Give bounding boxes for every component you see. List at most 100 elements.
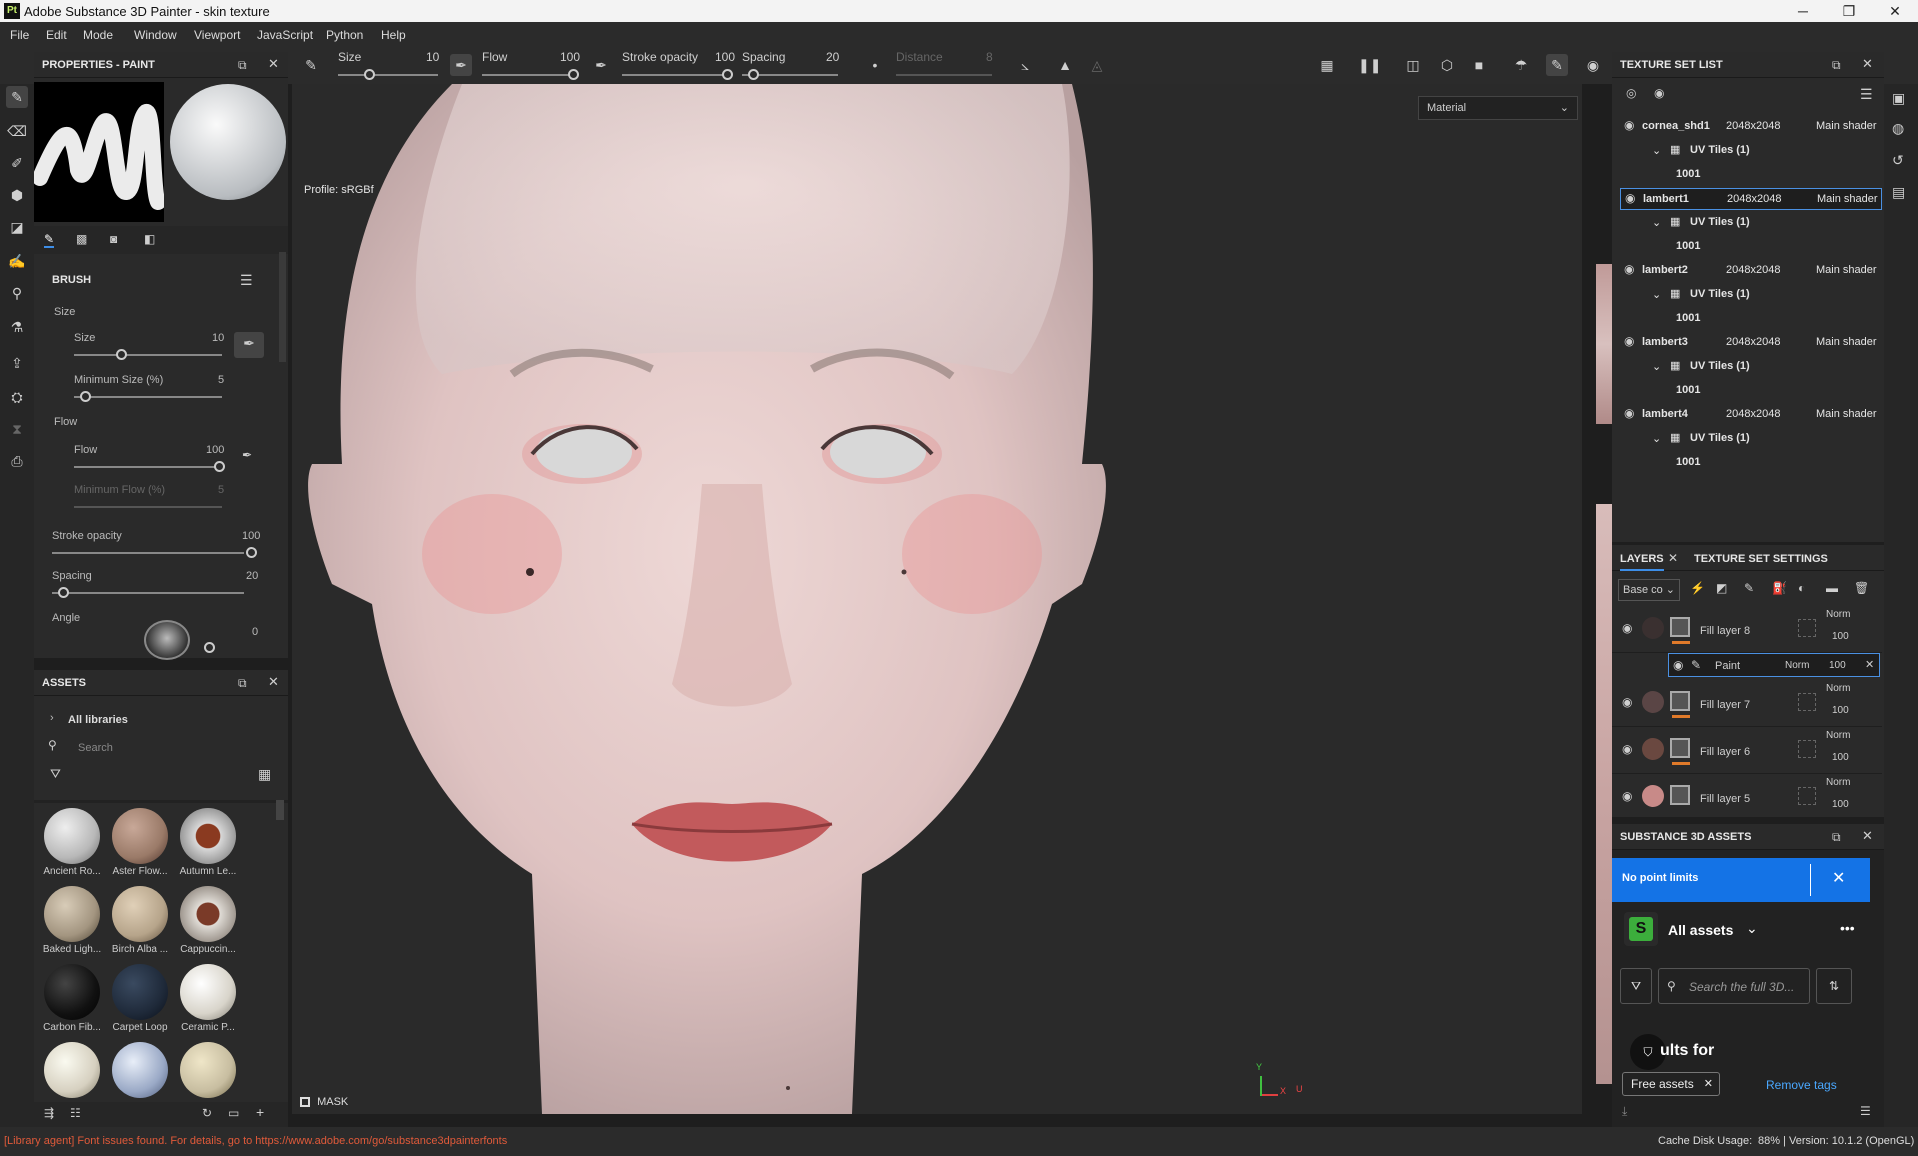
list-icon[interactable]: ☷ [70,1106,81,1120]
flow-value[interactable]: 100 [206,444,224,456]
min-size-knob[interactable] [80,391,91,402]
uv-tile-item[interactable]: 1001 [1620,236,1882,258]
eye-icon[interactable]: ◉ [1654,86,1664,100]
toolbar-flow-slider[interactable] [482,74,578,76]
export-icon[interactable]: ⎙ [6,450,28,472]
toolbar-size-knob[interactable] [364,69,375,80]
sublayer-blend-mode[interactable]: Norm [1785,660,1809,671]
uv-tile-item[interactable]: 1001 [1620,308,1882,330]
size-knob[interactable] [116,349,127,360]
layer-blend-mode[interactable]: Norm [1826,777,1850,788]
2d-view-strip[interactable] [1590,84,1612,1114]
chevron-down-icon[interactable]: ⌄ [1746,920,1758,937]
delete-layer-icon[interactable]: 🗑 [1854,581,1869,595]
display-settings-icon[interactable]: ▣ [1892,90,1905,107]
eraser-tool-icon[interactable]: ⌫ [6,120,28,142]
shader-settings-icon[interactable]: ◍ [1892,120,1904,137]
opacity-knob[interactable] [246,547,257,558]
all-libraries-label[interactable]: All libraries [68,714,128,726]
split-view-icon[interactable]: ◫ [1402,54,1424,76]
tab-material-icon[interactable]: ◧ [144,232,155,246]
tsl-float-icon[interactable]: ⧉ [1832,58,1841,73]
material-picker-icon[interactable]: ⛭ [6,386,28,408]
add-mask-icon[interactable]: ◩ [1716,581,1727,595]
asset-item[interactable] [44,1042,100,1098]
s3d-menu-icon[interactable]: ☰ [1860,1104,1871,1118]
menu-python[interactable]: Python [326,28,363,42]
texture-set-shader[interactable]: Main shader [1816,120,1877,132]
tab-texture-set-settings[interactable]: TEXTURE SET SETTINGS [1694,553,1828,565]
dismiss-banner-icon[interactable]: ✕ [1832,868,1845,888]
size-pressure-icon[interactable]: ✒ [234,332,264,358]
eye-icon[interactable]: ◉ [1624,118,1634,132]
assets-search-input[interactable]: Search [78,742,113,754]
asset-item[interactable]: Cappuccin... [180,886,243,955]
symmetry-icon[interactable]: ▲ [1054,54,1076,76]
spacing-value[interactable]: 20 [246,570,258,582]
texture-set-row[interactable]: ◉ lambert4 2048x2048 Main shader [1620,404,1882,426]
screenshot-icon[interactable]: ◉ [1582,54,1604,76]
menu-file[interactable]: File [10,28,29,42]
s3d-filter-button[interactable]: ⛛ [1620,968,1652,1004]
chevron-down-icon[interactable]: ⌄ [1652,360,1661,373]
layer-mask-slot[interactable] [1798,619,1816,637]
s3d-float-icon[interactable]: ⧉ [1832,830,1841,845]
tab-layers[interactable]: LAYERS [1620,553,1664,571]
sort-button[interactable]: ⇅ [1816,968,1852,1004]
add-smart-material-icon[interactable]: ◐ [1798,581,1805,595]
toolbar-opacity-knob[interactable] [722,69,733,80]
paint-sublayer-row[interactable]: ◉ ✎ Paint Norm 100 ✕ [1668,653,1880,677]
texture-set-row[interactable]: ◉ lambert3 2048x2048 Main shader [1620,332,1882,354]
float-panel-icon[interactable]: ⧉ [238,58,247,73]
asset-item[interactable]: Baked Ligh... [43,886,107,955]
texture-set-shader[interactable]: Main shader [1816,408,1877,420]
brush-preset-icon[interactable]: ✎ [300,54,322,76]
menu-help[interactable]: Help [381,28,406,42]
toolbar-size-value[interactable]: 10 [426,50,439,64]
add-folder-icon[interactable]: ▬ [1826,581,1838,595]
toolbar-opacity-slider[interactable] [622,74,730,76]
add-fill-layer-icon[interactable]: ⛽ [1772,581,1787,595]
history-icon[interactable]: ↺ [1892,152,1904,169]
free-assets-tag[interactable]: Free assets ✕ [1622,1072,1720,1096]
asset-item[interactable] [180,1042,236,1098]
maximize-button[interactable]: ❐ [1826,1,1872,21]
refresh-icon[interactable]: ↻ [202,1106,212,1120]
size-value[interactable]: 10 [212,332,224,344]
layer-row[interactable]: ◉ Fill layer 6 Norm 100 [1612,728,1882,774]
eye-icon[interactable]: ◉ [1622,742,1632,756]
channel-select[interactable]: Base co ⌄ [1618,579,1680,601]
layer-opacity[interactable]: 100 [1832,705,1849,716]
geometry-mask-icon[interactable]: ◪ [6,216,28,238]
camera-icon[interactable]: ■ [1468,54,1490,76]
uv-tiles-row[interactable]: ⌄ ▦ UV Tiles (1) [1620,356,1882,378]
display-3d-icon[interactable]: ⬡ [1436,54,1458,76]
spacing-slider[interactable] [52,592,244,594]
menu-window[interactable]: Window [134,28,177,42]
opacity-slider[interactable] [52,552,244,554]
mask-checkbox[interactable] [300,1097,310,1108]
menu-mode[interactable]: Mode [83,28,113,42]
tsl-menu-icon[interactable]: ☰ [1860,86,1873,103]
s3d-search-input[interactable]: ⚲ Search the full 3D... [1658,968,1810,1004]
visibility-all-icon[interactable]: ◎ [1626,86,1636,100]
spacing-knob[interactable] [58,587,69,598]
tsl-close-icon[interactable]: ✕ [1862,56,1873,72]
layer-opacity[interactable]: 100 [1832,752,1849,763]
min-size-value[interactable]: 5 [218,374,224,386]
clone-tool-icon[interactable]: ⚲ [6,282,28,304]
texture-set-row-selected[interactable]: ◉ lambert1 2048x2048 Main shader [1620,188,1882,210]
hide-ui-icon[interactable]: ▦ [1316,54,1338,76]
s3d-close-icon[interactable]: ✕ [1862,828,1873,844]
toolbar-flow-knob[interactable] [568,69,579,80]
menu-javascript[interactable]: JavaScript [257,28,313,42]
toolbar-size-slider[interactable] [338,74,438,76]
angle-knob[interactable] [204,642,215,653]
eye-icon[interactable]: ◉ [1622,789,1632,803]
minimize-button[interactable]: ─ [1780,1,1826,21]
close-icon[interactable]: ✕ [1865,658,1874,671]
layer-opacity[interactable]: 100 [1832,631,1849,642]
grid-view-icon[interactable]: ▦ [258,766,271,783]
close-layers-icon[interactable]: ✕ [1668,551,1678,565]
flow-pressure-icon[interactable]: ✒ [242,448,252,462]
